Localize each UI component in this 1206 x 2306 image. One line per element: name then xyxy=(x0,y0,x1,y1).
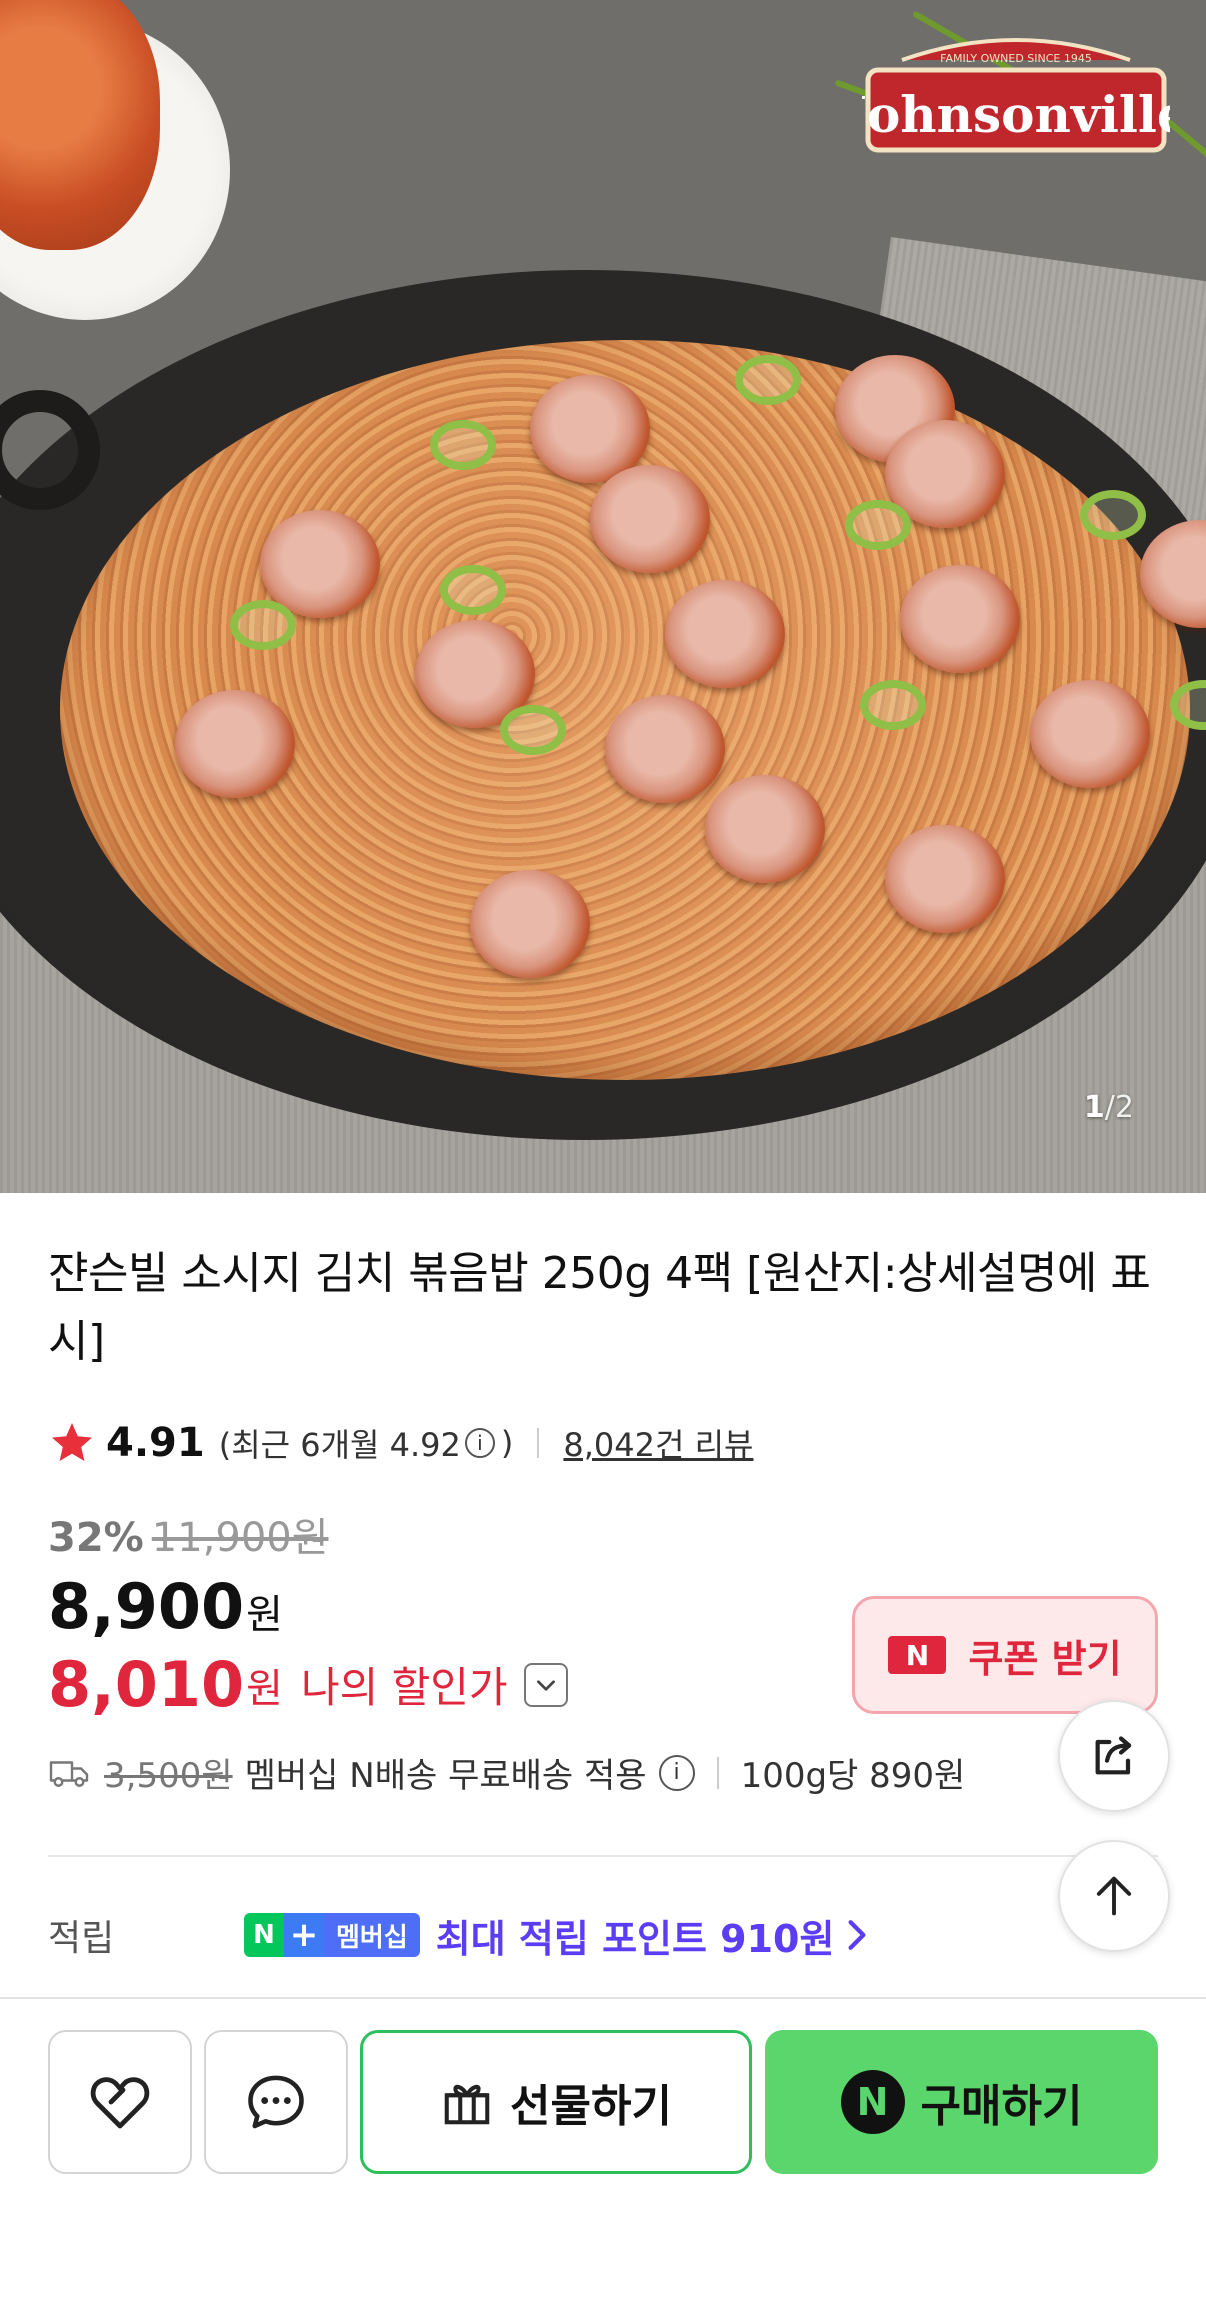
shipping-text: 멤버십 N배송 무료배송 적용 xyxy=(244,1756,647,1796)
logo-text: Johnsonville xyxy=(862,85,1170,144)
gift-button[interactable]: 선물하기 xyxy=(360,2030,752,2174)
chevron-down-icon[interactable] xyxy=(523,1662,568,1707)
divider xyxy=(537,1428,540,1458)
coupon-label: 쿠폰 받기 xyxy=(968,1636,1122,1681)
info-icon[interactable]: i xyxy=(464,1428,495,1458)
sausage-slice xyxy=(175,690,295,798)
plus-icon: + xyxy=(284,1913,324,1957)
shipping-row: 3,500원 멤버십 N배송 무료배송 적용 i 100g당 890원 xyxy=(48,1748,965,1797)
arrow-up-icon xyxy=(1096,1876,1132,1916)
info-icon[interactable]: i xyxy=(658,1754,695,1791)
chevron-right-icon xyxy=(848,1920,866,1950)
rating-score: 4.91 xyxy=(106,1420,205,1466)
divider xyxy=(716,1756,719,1789)
discount-rate: 32% xyxy=(48,1515,144,1561)
star-icon xyxy=(52,1423,92,1461)
green-onion xyxy=(430,420,496,470)
discount-row: 32% 11,900원 xyxy=(48,1505,329,1563)
sausage-slice xyxy=(900,565,1020,673)
product-image[interactable]: FAMILY OWNED SINCE 1945 Johnsonville 1/2 xyxy=(0,0,1206,1193)
image-counter-separator: / xyxy=(1104,1090,1115,1125)
original-shipping-fee: 3,500원 xyxy=(104,1756,233,1796)
naver-n-icon: N xyxy=(244,1913,284,1957)
my-price: 8,010 xyxy=(48,1648,245,1721)
sausage-slice xyxy=(470,870,590,978)
my-price-label: 나의 할인가 xyxy=(300,1663,508,1712)
original-price: 11,900원 xyxy=(151,1515,329,1561)
max-points: 최대 적립 포인트 910원 xyxy=(435,1916,835,1961)
buy-button[interactable]: N 구매하기 xyxy=(765,2030,1158,2174)
share-button[interactable] xyxy=(1058,1700,1170,1812)
green-onion xyxy=(1080,490,1146,540)
my-price-row[interactable]: 8,010 원 나의 할인가 xyxy=(48,1648,568,1721)
green-onion xyxy=(735,355,801,405)
green-onion xyxy=(230,600,296,650)
truck-icon xyxy=(49,1760,89,1787)
sausage-slice xyxy=(705,775,825,883)
recent-rating: (최근 6개월 4.92 xyxy=(218,1426,461,1464)
reviews-link[interactable]: 8,042건 리뷰 xyxy=(563,1420,753,1466)
sale-price-row: 8,900원 xyxy=(48,1570,283,1643)
unit-price: 100g당 890원 xyxy=(740,1756,966,1796)
points-row[interactable]: 적립 N + 멤버십 최대 적립 포인트 910원 xyxy=(48,1905,870,1965)
sausage-slice xyxy=(885,825,1005,933)
sausage-slice xyxy=(665,580,785,688)
johnsonville-logo: FAMILY OWNED SINCE 1945 Johnsonville xyxy=(862,38,1170,153)
gift-label: 선물하기 xyxy=(510,2081,672,2132)
image-counter-current: 1 xyxy=(1083,1090,1105,1125)
membership-label: 멤버십 xyxy=(324,1913,420,1957)
sausage-slice xyxy=(605,695,725,803)
image-counter-total: 2 xyxy=(1114,1090,1134,1125)
membership-badge: N + 멤버십 xyxy=(244,1913,420,1957)
logo-tagline: FAMILY OWNED SINCE 1945 xyxy=(940,52,1092,65)
image-counter: 1/2 xyxy=(1084,1090,1134,1125)
wishlist-button[interactable] xyxy=(48,2030,192,2174)
product-title: 쟌슨빌 소시지 김치 볶음밥 250g 4팩 [원산지:상세설명에 표시] xyxy=(48,1248,1151,1367)
chat-button[interactable] xyxy=(204,2030,348,2174)
sausage-slice xyxy=(1030,680,1150,788)
points-label: 적립 xyxy=(48,1918,115,1959)
green-onion xyxy=(845,500,911,550)
share-icon xyxy=(1095,1736,1132,1775)
currency-won: 원 xyxy=(246,1665,283,1712)
chat-icon xyxy=(248,2075,304,2129)
naver-pay-icon: N xyxy=(840,2070,905,2134)
naver-n-icon: N xyxy=(888,1636,947,1674)
divider xyxy=(48,1855,1158,1857)
green-onion xyxy=(500,705,566,755)
coupon-button[interactable]: N 쿠폰 받기 xyxy=(852,1596,1158,1714)
buy-label: 구매하기 xyxy=(920,2081,1083,2132)
currency-won: 원 xyxy=(246,1592,283,1638)
green-onion xyxy=(440,565,506,615)
heart-icon xyxy=(90,2077,150,2129)
sale-price: 8,900 xyxy=(48,1570,245,1643)
gift-icon xyxy=(444,2084,490,2125)
scroll-top-button[interactable] xyxy=(1058,1840,1170,1952)
green-onion xyxy=(860,680,926,730)
divider xyxy=(0,1997,1206,1999)
rating-row: 4.91 (최근 6개월 4.92 i ) 8,042건 리뷰 xyxy=(48,1415,754,1471)
sausage-slice xyxy=(590,465,710,573)
recent-rating-close: ) xyxy=(500,1424,514,1462)
